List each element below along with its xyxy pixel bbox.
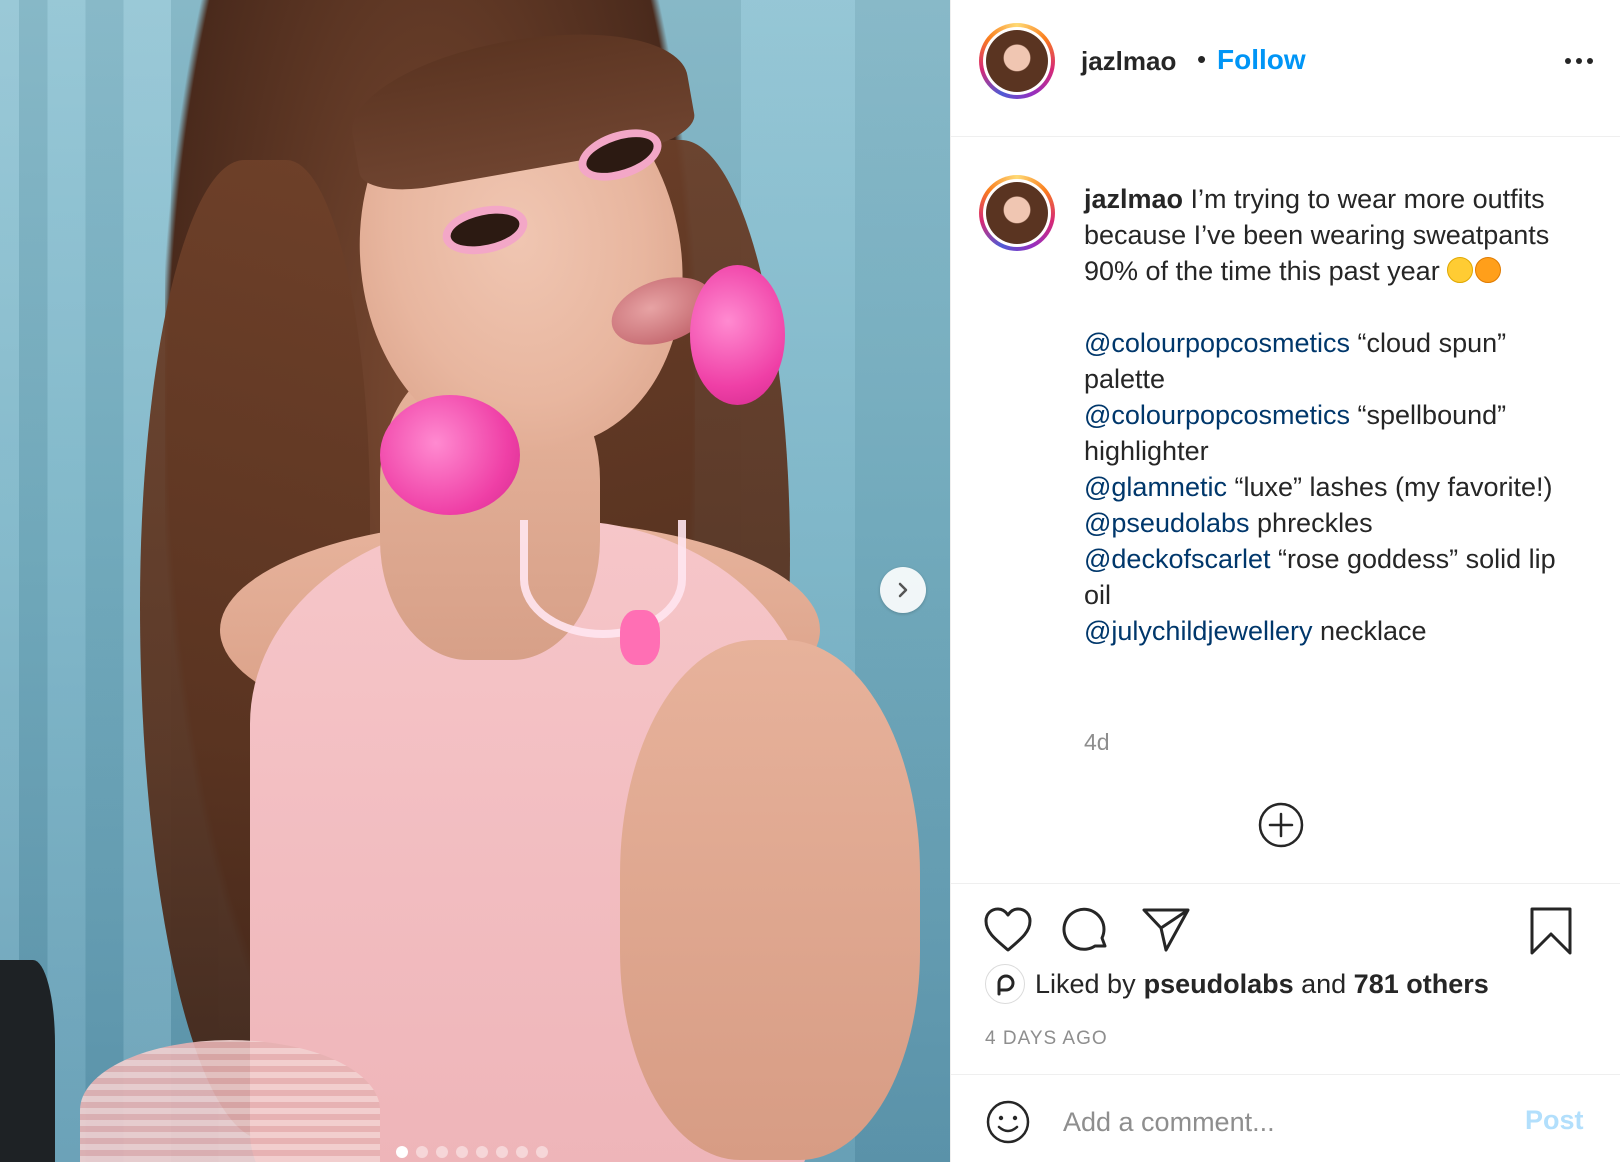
avatar[interactable] [979,23,1055,99]
add-comment-bar: Post [951,1074,1620,1163]
caption-avatar-image [986,182,1048,244]
caption-line-text: “luxe” lashes (my favorite!) [1226,472,1553,502]
caption-username[interactable]: jazlmao [1084,184,1183,214]
carousel-dot [456,1146,468,1158]
post-date[interactable]: 4 DAYS AGO [985,1028,1108,1050]
caption-line: @deckofscarlet “rose goddess” solid lip … [1084,541,1584,613]
pseudolabs-logo-icon [997,974,1015,996]
avatar-image [986,30,1048,92]
mention-link[interactable]: @pseudolabs [1084,508,1250,538]
paper-plane-icon [1142,908,1190,952]
mention-link[interactable]: @deckofscarlet [1084,544,1270,574]
comment-button[interactable] [1061,906,1111,959]
like-button[interactable] [983,906,1033,959]
photo-necklace [520,520,686,638]
caption-line: @colourpopcosmetics “cloud spun” palette [1084,325,1584,397]
carousel-dot [516,1146,528,1158]
post-side-panel: jazlmao • Follow jazlmao I’m trying to w… [950,0,1620,1162]
likes-count[interactable]: 781 others [1354,969,1489,1000]
caption-intro: jazlmao I’m trying to wear more outfits … [1084,181,1584,289]
comment-bubble-icon [1062,907,1107,951]
carousel-dot [416,1146,428,1158]
caption-timestamp[interactable]: 4d [1084,729,1110,756]
heart-icon [984,907,1032,952]
caption-avatar[interactable] [979,175,1055,251]
carousel-indicators [396,1146,548,1158]
more-options-button[interactable] [1559,46,1599,76]
likes-prefix: Liked by [1035,968,1136,999]
instagram-post-view: jazlmao • Follow jazlmao I’m trying to w… [0,0,1620,1162]
plus-circle-icon [1258,802,1304,848]
caption-mentions: @colourpopcosmetics “cloud spun” palette… [1084,325,1584,649]
steam-face-emoji-icon [1475,257,1502,283]
comment-input[interactable] [1061,1103,1495,1141]
post-comment-button[interactable]: Post [1525,1105,1584,1136]
load-more-comments-button[interactable] [1257,801,1305,849]
save-button[interactable] [1529,906,1573,961]
post-username[interactable]: jazlmao [1081,46,1176,77]
photo-pendant [620,610,660,665]
likes-summary[interactable]: Liked by pseudolabs and 781 others [985,964,1489,1004]
caption-line: @glamnetic “luxe” lashes (my favorite!) [1084,469,1584,505]
carousel-dot [476,1146,488,1158]
carousel-dot [396,1146,408,1158]
grinning-sweat-emoji-icon [1447,257,1474,283]
likes-middle: and [1293,968,1354,999]
caption-line: @pseudolabs phreckles [1084,505,1584,541]
comments-area[interactable]: jazlmao I’m trying to wear more outfits … [951,137,1620,882]
more-dots-icon [1565,58,1571,64]
photo-dark-corner [0,960,55,1162]
post-actions: Liked by pseudolabs and 781 others 4 DAY… [951,883,1620,1074]
more-dot [1587,58,1593,64]
more-dot [1576,58,1582,64]
bookmark-icon [1530,907,1572,955]
caption-line: @colourpopcosmetics “spellbound” highlig… [1084,397,1584,469]
photo-earring-left [380,395,520,515]
caption-line-text: phreckles [1249,508,1373,538]
carousel-dot [536,1146,548,1158]
mention-link[interactable]: @colourpopcosmetics [1084,328,1350,358]
mention-link[interactable]: @colourpopcosmetics [1084,400,1350,430]
chevron-right-icon [898,582,908,598]
mention-link[interactable]: @julychildjewellery [1084,616,1313,646]
caption-line-text: necklace [1312,616,1427,646]
caption: jazlmao I’m trying to wear more outfits … [1084,181,1584,649]
photo-earring-right [690,265,785,405]
mention-link[interactable]: @glamnetic [1084,472,1227,502]
post-photo[interactable] [0,0,950,1162]
liker-avatar [985,964,1025,1004]
carousel-next-button[interactable] [880,567,926,613]
carousel-dot [496,1146,508,1158]
emoji-picker-button[interactable] [985,1099,1031,1150]
carousel-dot [436,1146,448,1158]
caption-line: @julychildjewellery necklace [1084,613,1584,649]
post-header: jazlmao • Follow [951,0,1620,137]
share-button[interactable] [1141,906,1191,959]
header-separator: • [1197,44,1207,74]
photo-arm [620,640,920,1160]
follow-button[interactable]: Follow [1217,44,1306,76]
likes-user[interactable]: pseudolabs [1144,969,1294,1000]
smiley-face-icon [986,1100,1030,1144]
